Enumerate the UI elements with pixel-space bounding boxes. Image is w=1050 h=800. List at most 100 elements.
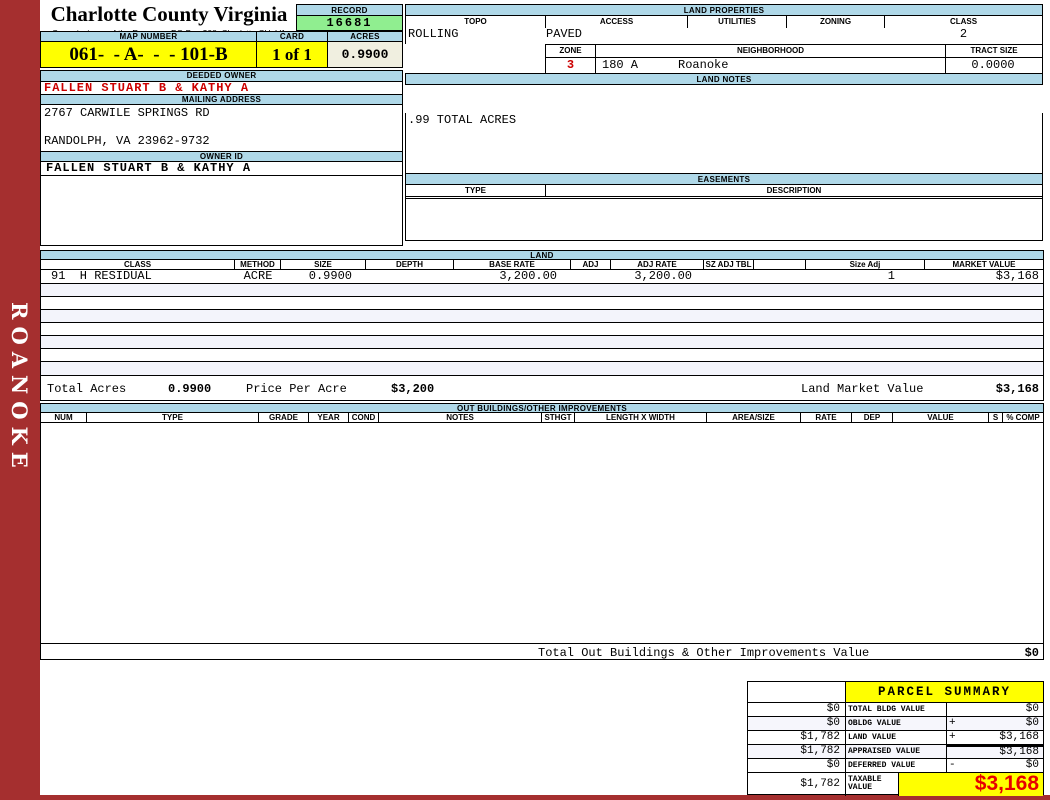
- appraised-value: $3,168: [965, 745, 1043, 759]
- ob-col-grade: GRADE: [259, 413, 309, 422]
- class-value: 2: [959, 27, 968, 41]
- land-depth: [366, 270, 454, 283]
- ob-col-pct-comp: % COMP: [1006, 413, 1040, 422]
- easements-empty-area: [405, 197, 1043, 241]
- deeded-owner-value: FALLEN STUART B & KATHY A: [44, 81, 250, 95]
- total-acres-value: 0.9900: [168, 382, 212, 396]
- prior-total-bldg-value: $0: [748, 703, 846, 717]
- ob-col-area-size: AREA/SIZE: [707, 413, 801, 422]
- taxable-value: $3,168: [899, 773, 1043, 796]
- utilities-label: UTILITIES: [688, 16, 787, 28]
- utilities-value: [688, 28, 787, 44]
- ob-col-length-width: LENGTH X WIDTH: [575, 413, 707, 422]
- out-buildings-empty-area: [40, 423, 1044, 643]
- obldg-value-op: +: [947, 717, 965, 731]
- address-line-1: 2767 CARWILE SPRINGS RD: [44, 106, 210, 120]
- ob-col-year: YEAR: [309, 413, 349, 422]
- col-method: METHOD: [235, 260, 281, 269]
- prior-obldg-value: $0: [748, 717, 846, 731]
- land-empty-row: [40, 310, 1044, 323]
- land-totals-row: Total Acres 0.9900 Price Per Acre $3,200…: [40, 376, 1044, 401]
- out-buildings-table: OUT BUILDINGS/OTHER IMPROVEMENTS NUM TYP…: [40, 403, 1044, 660]
- col-adj: ADJ: [571, 260, 611, 269]
- ob-col-value: VALUE: [893, 413, 989, 422]
- col-sz-adj-tbl: SZ ADJ TBL: [704, 260, 754, 269]
- col-adj-rate: ADJ RATE: [611, 260, 704, 269]
- total-bldg-value: $0: [965, 703, 1043, 717]
- col-market-value: MARKET VALUE: [952, 260, 1016, 269]
- total-bldg-value-op: [947, 703, 965, 717]
- ob-col-type: TYPE: [87, 413, 259, 422]
- prior-appraised-value: $1,782: [748, 745, 846, 759]
- land-notes-title: LAND NOTES: [405, 73, 1043, 85]
- ob-col-sthgt: STHGT: [542, 413, 575, 422]
- record-box: RECORD 16681: [296, 4, 403, 31]
- ob-col-num: NUM: [41, 413, 87, 422]
- map-number-header-row: MAP NUMBER CARD ACRES: [40, 31, 403, 42]
- land-empty-row: [40, 336, 1044, 349]
- land-adj: [571, 270, 611, 283]
- land-blank: [754, 270, 806, 283]
- land-base-rate: 3,200.00: [499, 269, 557, 283]
- summary-row-deferred: $0 DEFERRED VALUE - $0: [748, 759, 1043, 773]
- address-line-2: RANDOLPH, VA 23962-9732: [44, 134, 210, 148]
- land-data-row: 91 H RESIDUAL ACRE 0.9900 3,200.00 3,200…: [40, 270, 1044, 284]
- appraised-value-label: APPRAISED VALUE: [846, 745, 947, 759]
- out-buildings-total-label: Total Out Buildings & Other Improvements…: [538, 646, 870, 660]
- col-depth: DEPTH: [366, 260, 454, 269]
- zone-value-row: 3 180 A Roanoke 0.0000: [545, 57, 1043, 74]
- summary-row-obldg: $0 OBLDG VALUE + $0: [748, 717, 1043, 731]
- neighborhood-name: Roanoke: [678, 58, 729, 72]
- acres-value: 0.9900: [328, 42, 403, 68]
- land-empty-row: [40, 323, 1044, 336]
- ob-col-cond: COND: [349, 413, 379, 422]
- easements-title: EASEMENTS: [405, 173, 1043, 185]
- zone-header-row: ZONE NEIGHBORHOOD TRACT SIZE: [545, 44, 1043, 57]
- col-size: SIZE: [281, 260, 366, 269]
- col-class: CLASS: [41, 260, 235, 269]
- easements-header-row: TYPE DESCRIPTION: [405, 185, 1043, 197]
- deferred-value-op: -: [947, 759, 965, 773]
- land-empty-row: [40, 297, 1044, 310]
- land-method: ACRE: [243, 269, 273, 283]
- ob-col-dep: DEP: [852, 413, 893, 422]
- tract-size-value: 0.0000: [971, 58, 1015, 72]
- card-label: CARD: [257, 31, 328, 42]
- record-label: RECORD: [296, 4, 403, 16]
- land-properties-block: LAND PROPERTIES TOPO ACCESS UTILITIES ZO…: [405, 4, 1043, 74]
- land-size: 0.9900: [308, 269, 352, 283]
- summary-row-land: $1,782 LAND VALUE + $3,168: [748, 731, 1043, 745]
- land-properties-header-row: TOPO ACCESS UTILITIES ZONING CLASS: [405, 16, 1043, 28]
- map-number-value: 061- - A- - - 101-B: [40, 42, 257, 68]
- map-number-value-row: 061- - A- - - 101-B 1 of 1 0.9900: [40, 42, 403, 68]
- col-size-adj: Size Adj: [806, 260, 925, 269]
- deferred-value-label: DEFERRED VALUE: [846, 759, 947, 773]
- taxable-value-label: TAXABLE VALUE: [846, 773, 899, 796]
- mailing-address-label: MAILING ADDRESS: [41, 94, 402, 105]
- prior-land-value: $1,782: [748, 731, 846, 745]
- property-record-card-page: ROANOKE Charlotte County Virginia Commis…: [0, 0, 1050, 800]
- card-value: 1 of 1: [257, 42, 328, 68]
- appraised-value-op: [947, 745, 965, 759]
- topo-value: ROLLING: [408, 27, 459, 41]
- map-number-label: MAP NUMBER: [40, 31, 257, 42]
- map-number-table: MAP NUMBER CARD ACRES 061- - A- - - 101-…: [40, 31, 403, 68]
- zone-label: ZONE: [546, 45, 596, 57]
- price-per-acre-label: Price Per Acre: [246, 382, 347, 396]
- land-sz-adj-tbl: [704, 270, 754, 283]
- out-buildings-title: OUT BUILDINGS/OTHER IMPROVEMENTS: [40, 403, 1044, 413]
- parcel-summary-title: PARCEL SUMMARY: [846, 682, 1043, 703]
- zoning-value: [787, 28, 885, 44]
- land-table: LAND CLASS METHOD SIZE DEPTH BASE RATE A…: [40, 250, 1044, 401]
- parcel-summary-table: PARCEL SUMMARY $0 TOTAL BLDG VALUE $0 $0…: [747, 681, 1044, 796]
- price-per-acre-value: $3,200: [391, 382, 435, 396]
- card-content: Charlotte County Virginia Commissioner o…: [40, 0, 1050, 796]
- summary-row-total-bldg: $0 TOTAL BLDG VALUE $0: [748, 703, 1043, 717]
- land-market-value-label: Land Market Value: [801, 382, 924, 396]
- mailing-address-block: 2767 CARWILE SPRINGS RD RANDOLPH, VA 239…: [41, 107, 402, 151]
- acres-label: ACRES: [328, 31, 403, 42]
- summary-row-taxable: $1,782 TAXABLE VALUE $3,168: [748, 773, 1043, 796]
- out-buildings-totals-row: Total Out Buildings & Other Improvements…: [40, 643, 1044, 660]
- land-market-value: $3,168: [995, 269, 1039, 283]
- land-table-title: LAND: [40, 250, 1044, 260]
